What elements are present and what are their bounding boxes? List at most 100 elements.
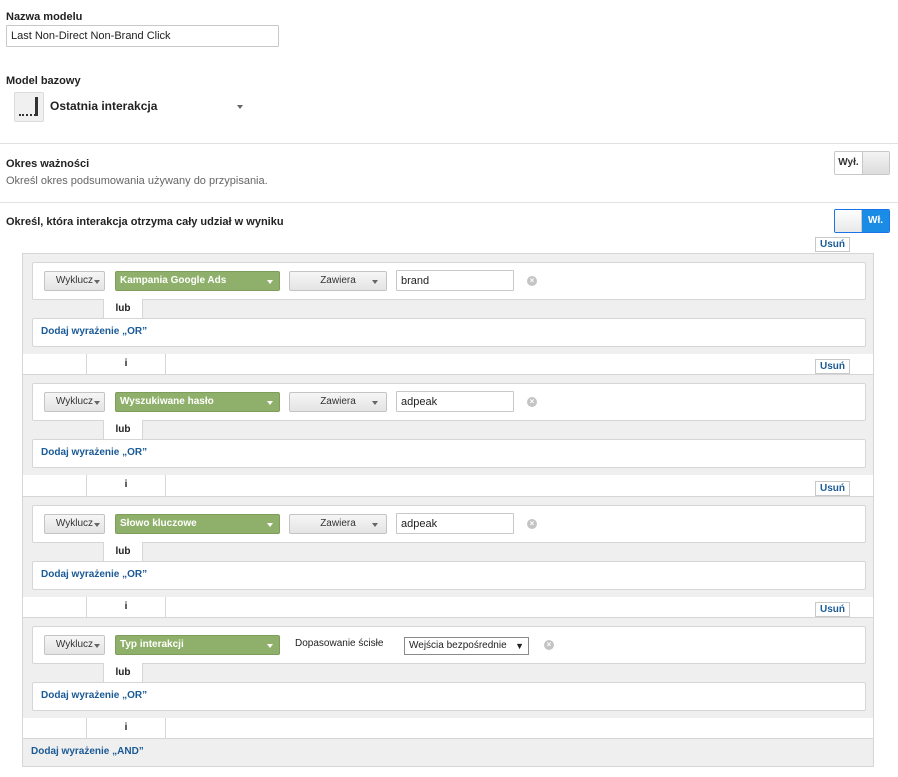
add-or-link[interactable]: Dodaj wyrażenie „OR”	[41, 326, 147, 337]
chevron-down-icon	[94, 280, 100, 284]
model-name-input[interactable]	[6, 25, 279, 47]
value-input[interactable]	[396, 270, 514, 291]
include-mode-label: Wyklucz	[55, 639, 94, 650]
dimension-label: Typ interakcji	[120, 639, 184, 650]
base-model-selected[interactable]: Ostatnia interakcja	[50, 99, 157, 113]
chevron-down-icon	[267, 280, 273, 284]
clear-icon[interactable]: ×	[544, 640, 554, 650]
bar-shape	[35, 97, 38, 116]
or-separator: lub	[103, 420, 143, 440]
connector-cell	[22, 597, 87, 619]
condition-row: Wyklucz Kampania Google Ads Zawiera ×	[32, 262, 866, 300]
chevron-down-icon	[267, 523, 273, 527]
dropdown-arrow-icon: ▼	[515, 641, 524, 651]
operator-label: Zawiera	[320, 396, 356, 407]
or-row: Dodaj wyrażenie „OR”	[32, 561, 866, 590]
operator-select[interactable]: Zawiera	[289, 271, 387, 291]
dimension-label: Wyszukiwane hasło	[120, 396, 214, 407]
or-row: Dodaj wyrażenie „OR”	[32, 439, 866, 468]
condition-row: Wyklucz Typ interakcji Dopasowanie ścisł…	[32, 626, 866, 664]
or-row: Dodaj wyrażenie „OR”	[32, 682, 866, 711]
and-separator: i	[87, 354, 165, 376]
condition-row: Wyklucz Wyszukiwane hasło Zawiera ×	[32, 383, 866, 421]
and-connector: i	[22, 354, 874, 376]
dimension-select[interactable]: Kampania Google Ads	[115, 271, 280, 291]
chevron-down-icon	[372, 401, 378, 405]
chevron-down-icon[interactable]	[237, 105, 243, 109]
toggle-off-label: Wył.	[835, 152, 862, 174]
operator-select[interactable]: Zawiera	[289, 514, 387, 534]
and-separator: i	[87, 718, 165, 740]
toggle-knob	[835, 210, 862, 232]
clear-icon[interactable]: ×	[527, 276, 537, 286]
add-and-link[interactable]: Dodaj wyrażenie „AND”	[31, 746, 144, 757]
chevron-down-icon	[267, 401, 273, 405]
condition-group: Wyklucz Wyszukiwane hasło Zawiera × lub …	[22, 374, 874, 477]
include-mode-select[interactable]: Wyklucz	[44, 635, 105, 655]
and-separator: i	[87, 475, 165, 497]
last-interaction-model-icon[interactable]	[14, 92, 44, 122]
chevron-down-icon	[267, 644, 273, 648]
chevron-down-icon	[94, 644, 100, 648]
divider	[0, 143, 898, 144]
lookback-toggle[interactable]: Wył.	[834, 151, 890, 175]
value-select[interactable]: Wejścia bezpośrednie ▼	[404, 637, 529, 655]
lookback-title: Okres ważności	[6, 158, 90, 170]
include-mode-label: Wyklucz	[55, 518, 94, 529]
toggle-on-label: Wł.	[862, 210, 889, 232]
or-separator: lub	[103, 663, 143, 683]
condition-group: Wyklucz Słowo kluczowe Zawiera × lub Dod…	[22, 496, 874, 599]
remove-group-button[interactable]: Usuń	[815, 359, 850, 374]
full-credit-title: Określ, która interakcja otrzyma cały ud…	[6, 216, 284, 228]
include-mode-select[interactable]: Wyklucz	[44, 271, 105, 291]
or-separator: lub	[103, 299, 143, 319]
toggle-knob	[862, 152, 889, 174]
remove-group-button[interactable]: Usuń	[815, 602, 850, 617]
and-row: Dodaj wyrażenie „AND”	[22, 738, 874, 767]
dimension-select[interactable]: Słowo kluczowe	[115, 514, 280, 534]
and-connector: i	[22, 597, 874, 619]
add-or-link[interactable]: Dodaj wyrażenie „OR”	[41, 569, 147, 580]
dimension-label: Kampania Google Ads	[120, 275, 227, 286]
chevron-down-icon	[372, 523, 378, 527]
add-or-link[interactable]: Dodaj wyrażenie „OR”	[41, 690, 147, 701]
chevron-down-icon	[372, 280, 378, 284]
include-mode-label: Wyklucz	[55, 275, 94, 286]
model-name-label: Nazwa modelu	[6, 11, 83, 23]
operator-label: Zawiera	[320, 518, 356, 529]
dimension-select[interactable]: Wyszukiwane hasło	[115, 392, 280, 412]
remove-group-button[interactable]: Usuń	[815, 481, 850, 496]
remove-group-button[interactable]: Usuń	[815, 237, 850, 252]
dimension-select[interactable]: Typ interakcji	[115, 635, 280, 655]
and-separator: i	[87, 597, 165, 619]
or-separator: lub	[103, 542, 143, 562]
dots-shape	[19, 114, 36, 116]
include-mode-label: Wyklucz	[55, 396, 94, 407]
operator-label: Dopasowanie ścisłe	[295, 638, 384, 649]
include-mode-select[interactable]: Wyklucz	[44, 392, 105, 412]
or-row: Dodaj wyrażenie „OR”	[32, 318, 866, 347]
and-connector: i	[22, 718, 874, 740]
clear-icon[interactable]: ×	[527, 397, 537, 407]
connector-cell	[165, 354, 874, 376]
operator-label: Zawiera	[320, 275, 356, 286]
dimension-label: Słowo kluczowe	[120, 518, 197, 529]
connector-cell	[165, 718, 874, 740]
value-input[interactable]	[396, 391, 514, 412]
condition-row: Wyklucz Słowo kluczowe Zawiera ×	[32, 505, 866, 543]
value-input[interactable]	[396, 513, 514, 534]
add-or-link[interactable]: Dodaj wyrażenie „OR”	[41, 447, 147, 458]
clear-icon[interactable]: ×	[527, 519, 537, 529]
connector-cell	[22, 718, 87, 740]
chevron-down-icon	[94, 401, 100, 405]
operator-select[interactable]: Zawiera	[289, 392, 387, 412]
connector-cell	[22, 354, 87, 376]
divider	[0, 202, 898, 203]
include-mode-select[interactable]: Wyklucz	[44, 514, 105, 534]
full-credit-toggle[interactable]: Wł.	[834, 209, 890, 233]
base-model-label: Model bazowy	[6, 75, 81, 87]
connector-cell	[165, 475, 874, 497]
value-select-label: Wejścia bezpośrednie	[409, 640, 507, 651]
condition-group: Wyklucz Kampania Google Ads Zawiera × lu…	[22, 253, 874, 356]
connector-cell	[165, 597, 874, 619]
